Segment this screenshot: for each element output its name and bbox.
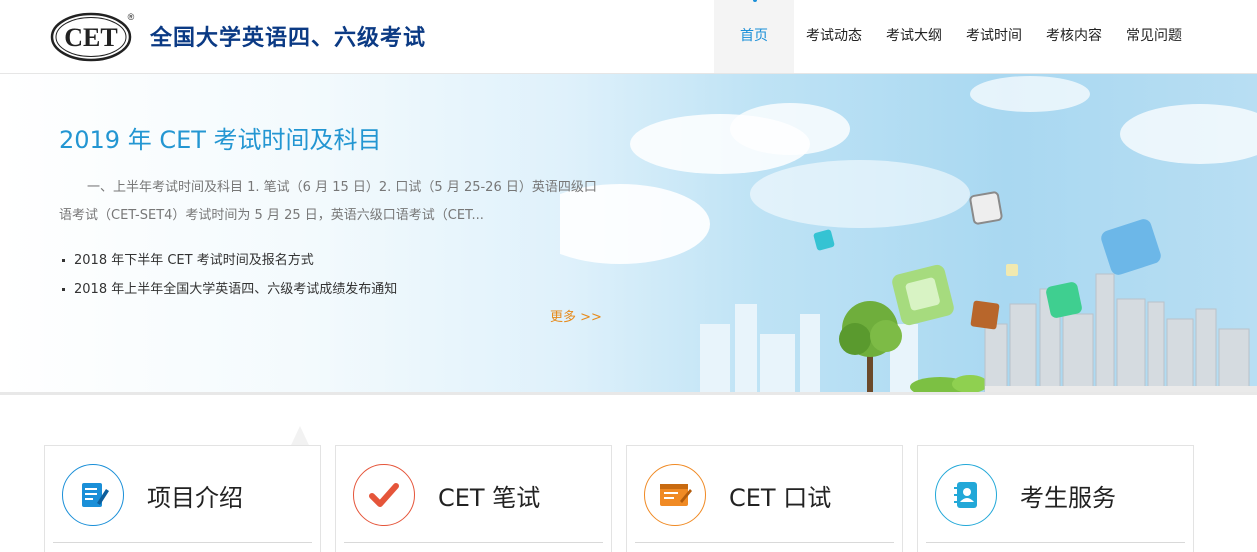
browser-window-icon — [644, 464, 706, 526]
news-list: 2018 年下半年 CET 考试时间及报名方式 2018 年上半年全国大学英语四… — [62, 246, 397, 304]
document-icon — [62, 464, 124, 526]
card-cet-oral[interactable]: CET 口试 — [626, 445, 903, 552]
banner-divider — [0, 392, 1257, 395]
news-list-item[interactable]: 2018 年下半年 CET 考试时间及报名方式 — [62, 246, 397, 275]
card-divider — [344, 542, 603, 543]
card-divider — [53, 542, 312, 543]
nav-item-content[interactable]: 考核内容 — [1034, 0, 1114, 73]
site-title[interactable]: 全国大学英语四、六级考试 — [150, 20, 426, 52]
card-divider — [635, 542, 894, 543]
card-title: 考生服务 — [1020, 484, 1116, 512]
news-summary: 一、上半年考试时间及科目 1. 笔试（6 月 15 日）2. 口试（5 月 25… — [59, 180, 597, 223]
news-list-item-label: 2018 年下半年 CET 考试时间及报名方式 — [74, 253, 314, 268]
news-list-item-label: 2018 年上半年全国大学英语四、六级考试成绩发布通知 — [74, 282, 398, 297]
bullet-icon — [62, 259, 65, 262]
more-link[interactable]: 更多 >> — [550, 306, 602, 325]
news-list-item[interactable]: 2018 年上半年全国大学英语四、六级考试成绩发布通知 — [62, 275, 397, 304]
nav-item-faq[interactable]: 常见问题 — [1114, 0, 1194, 73]
city-illustration — [560, 76, 1257, 394]
card-cet-written[interactable]: CET 笔试 — [335, 445, 612, 552]
card-title: CET 笔试 — [438, 484, 541, 512]
news-headline[interactable]: 2019 年 CET 考试时间及科目 — [59, 120, 382, 155]
nav-item-news[interactable]: 考试动态 — [794, 0, 874, 73]
address-book-icon — [935, 464, 997, 526]
nav-item-home[interactable]: 首页 — [714, 0, 794, 73]
hero-banner: 2019 年 CET 考试时间及科目 一、上半年考试时间及科目 1. 笔试（6 … — [0, 74, 1257, 394]
site-header: CET ® 全国大学英语四、六级考试 首页 考试动态 考试大纲 考试时间 考核内… — [0, 0, 1257, 74]
nav-item-syllabus[interactable]: 考试大纲 — [874, 0, 954, 73]
card-divider — [926, 542, 1185, 543]
card-title: 项目介绍 — [147, 484, 243, 512]
card-candidate-services[interactable]: 考生服务 — [917, 445, 1194, 552]
registered-mark: ® — [128, 12, 135, 22]
card-project-intro[interactable]: 项目介绍 — [44, 445, 321, 552]
checkmark-icon — [353, 464, 415, 526]
bullet-icon — [62, 288, 65, 291]
cet-logo[interactable]: CET ® — [50, 10, 136, 62]
card-title: CET 口试 — [729, 484, 832, 512]
nav-item-schedule[interactable]: 考试时间 — [954, 0, 1034, 73]
main-nav: 首页 考试动态 考试大纲 考试时间 考核内容 常见问题 — [714, 0, 1194, 73]
logo-text: CET — [64, 23, 117, 52]
